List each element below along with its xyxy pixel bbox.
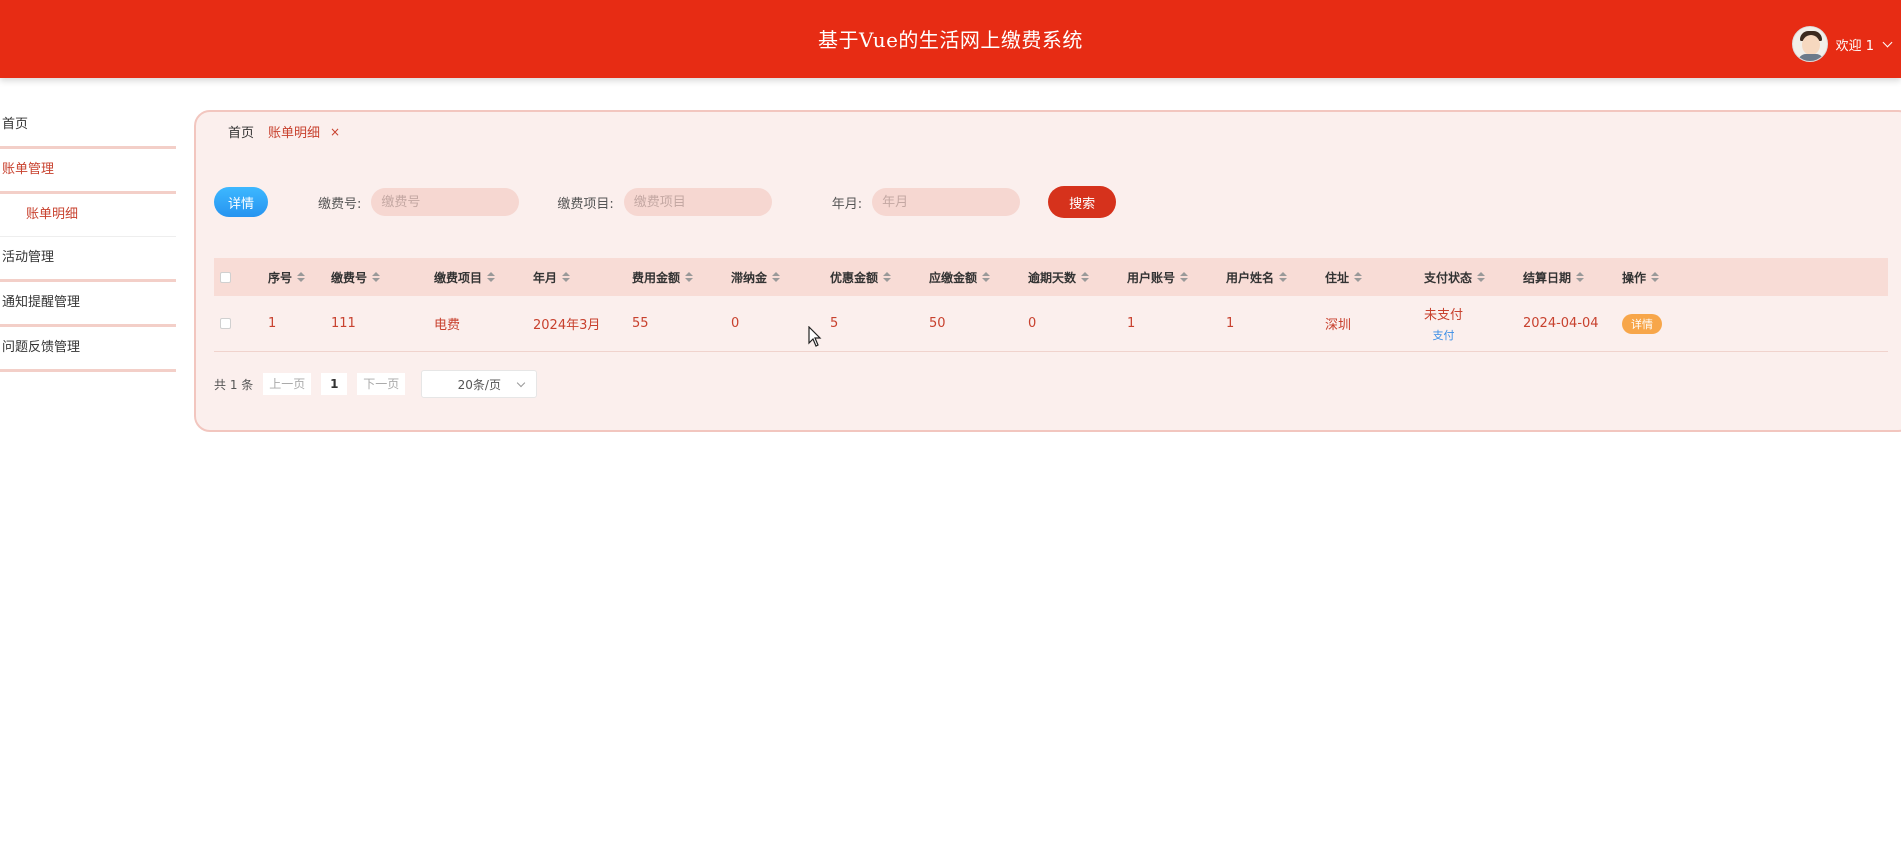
main-panel: 首页 账单明细 × 详情 缴费号: 缴费项目: 年月: 搜索 序号 缴费号 缴费… [194,110,1901,432]
column-header[interactable]: 序号 [268,269,331,286]
sort-icon[interactable] [685,272,694,282]
search-toolbar: 详情 缴费号: 缴费项目: 年月: 搜索 [214,186,1117,218]
table-cell: 111 [331,316,356,331]
year-month-label: 年月: [831,196,863,212]
table-cell: 0 [1028,316,1037,331]
tab-home[interactable]: 首页 [228,122,254,141]
page-size-select[interactable]: 20条/页 [421,370,538,398]
payment-status-cell: 未支付 支付 [1424,304,1523,343]
table-header: 序号 缴费号 缴费项目 年月 费用金额 滞纳金 优惠金额 应缴金额 逾期天数 用… [214,258,1888,296]
table-cell: 电费 [434,318,461,333]
bill-table: 序号 缴费号 缴费项目 年月 费用金额 滞纳金 优惠金额 应缴金额 逾期天数 用… [214,258,1888,352]
sidebar-item-notification-management[interactable]: 通知提醒管理 [0,282,176,327]
sort-icon[interactable] [297,272,306,282]
payment-no-input[interactable] [371,188,520,216]
column-header[interactable]: 优惠金额 [830,269,929,286]
top-header: 基于Vue的生活网上缴费系统 欢迎 1 [0,0,1901,78]
sidebar: 首页 账单管理 账单明细 活动管理 通知提醒管理 问题反馈管理 [0,104,176,372]
payment-item-input[interactable] [623,188,772,216]
payment-no-label: 缴费号: [318,196,362,212]
column-header[interactable]: 操作 [1622,269,1721,286]
sort-icon[interactable] [1651,272,1660,282]
sort-icon[interactable] [562,272,571,282]
column-header[interactable]: 滞纳金 [731,269,830,286]
avatar[interactable] [1791,26,1828,62]
prev-page-button[interactable]: 上一页 [263,373,312,395]
year-month-input[interactable] [872,188,1021,216]
table-cell: 2024-04-04 [1523,316,1599,331]
pay-link[interactable]: 支付 [1433,327,1455,343]
sidebar-item-bill-detail[interactable]: 账单明细 [0,194,176,237]
table-cell: 55 [632,316,649,331]
search-button[interactable]: 搜索 [1048,186,1117,218]
table-cell: 1 [268,316,277,331]
mouse-cursor-icon [808,326,822,347]
page-size-value: 20条/页 [457,377,501,392]
column-header[interactable]: 用户账号 [1127,269,1226,286]
sort-icon[interactable] [372,272,381,282]
sidebar-item-bill-management[interactable]: 账单管理 [0,149,176,194]
welcome-text[interactable]: 欢迎 1 [1836,35,1874,54]
column-header[interactable]: 支付状态 [1424,269,1523,286]
total-count: 共 1 条 [214,377,254,392]
table-cell: 50 [929,316,946,331]
column-header[interactable]: 年月 [533,269,632,286]
payment-item-label: 缴费项目: [557,196,614,212]
row-detail-button[interactable]: 详情 [1622,313,1662,334]
sidebar-item-home[interactable]: 首页 [0,104,176,149]
column-header[interactable]: 住址 [1325,269,1424,286]
column-header[interactable]: 结算日期 [1523,269,1622,286]
app-title: 基于Vue的生活网上缴费系统 [818,28,1083,52]
sort-icon[interactable] [982,272,991,282]
detail-button[interactable]: 详情 [214,187,268,217]
sidebar-item-feedback-management[interactable]: 问题反馈管理 [0,327,176,372]
column-header[interactable]: 逾期天数 [1028,269,1127,286]
table-cell: 深圳 [1325,318,1352,333]
sidebar-item-activity-management[interactable]: 活动管理 [0,237,176,282]
close-icon[interactable]: × [330,125,340,139]
sort-icon[interactable] [487,272,496,282]
chevron-down-icon[interactable] [1882,37,1893,47]
breadcrumb: 首页 账单明细 × [228,122,340,142]
table-cell: 1 [1127,316,1136,331]
sort-icon[interactable] [1180,272,1189,282]
tab-bill-detail[interactable]: 账单明细 [268,122,320,141]
column-header[interactable]: 缴费号 [331,269,434,286]
sort-icon[interactable] [1279,272,1288,282]
status-badge: 未支付 [1424,308,1464,323]
sort-icon[interactable] [772,272,781,282]
table-row[interactable]: 1 111 电费 2024年3月 55 0 5 50 0 1 1 深圳 未支付 … [214,296,1888,352]
table-cell: 1 [1226,316,1235,331]
column-header[interactable]: 缴费项目 [434,269,533,286]
table-cell: 5 [830,316,839,331]
action-cell: 详情 [1622,313,1721,334]
sort-icon[interactable] [1477,272,1486,282]
sort-icon[interactable] [1576,272,1585,282]
column-header[interactable]: 费用金额 [632,269,731,286]
pagination: 共 1 条 上一页 1 下一页 20条/页 [214,370,538,398]
sort-icon[interactable] [883,272,892,282]
next-page-button[interactable]: 下一页 [357,373,406,395]
column-header[interactable]: 应缴金额 [929,269,1028,286]
column-header[interactable]: 用户姓名 [1226,269,1325,286]
table-cell: 2024年3月 [533,318,601,333]
select-all-checkbox[interactable] [220,271,231,283]
user-menu[interactable]: 欢迎 1 [1791,26,1893,62]
page-number[interactable]: 1 [321,373,348,395]
sort-icon[interactable] [1354,272,1363,282]
row-checkbox[interactable] [220,318,231,329]
sort-icon[interactable] [1081,272,1090,282]
chevron-down-icon [517,378,526,388]
